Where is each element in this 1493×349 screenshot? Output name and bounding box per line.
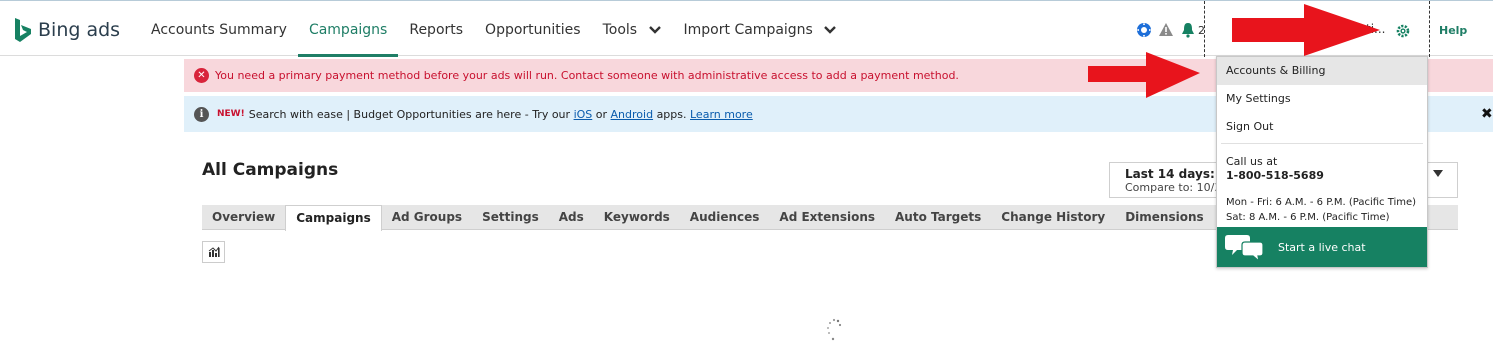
settings-badge-icon[interactable] <box>1136 22 1152 38</box>
nav-import-campaigns[interactable]: Import Campaigns <box>673 1 849 57</box>
info-icon: i <box>194 106 209 122</box>
chevron-down-icon <box>824 26 837 34</box>
support-phone: 1-800-518-5689 <box>1226 169 1324 182</box>
hours-saturday: Sat: 8 A.M. - 6 P.M. (Pacific Time) <box>1226 212 1390 223</box>
red-arrow-annotation <box>1088 52 1200 98</box>
menu-item-sign-out[interactable]: Sign Out <box>1217 113 1427 141</box>
menu-divider <box>1221 143 1423 144</box>
red-arrow-annotation <box>1232 4 1380 56</box>
menu-item-my-settings[interactable]: My Settings <box>1217 85 1427 113</box>
brand-name: Bing ads <box>38 19 121 41</box>
tab-ads[interactable]: Ads <box>549 205 594 230</box>
page-title: All Campaigns <box>202 160 339 180</box>
bing-ads-logo[interactable]: Bing ads <box>12 16 120 44</box>
nav-opportunities[interactable]: Opportunities <box>474 1 592 57</box>
chevron-down-icon <box>648 26 661 34</box>
header-icons: 2 <box>1136 22 1205 38</box>
caret-down-icon <box>1433 170 1443 177</box>
tab-keywords[interactable]: Keywords <box>594 205 680 230</box>
loading-spinner-icon <box>827 318 842 341</box>
main-nav: Accounts Summary Campaigns Reports Oppor… <box>140 1 848 57</box>
bell-icon[interactable] <box>1180 22 1196 38</box>
account-dropdown-menu: Accounts & Billing My Settings Sign Out … <box>1216 56 1428 268</box>
learn-more-link[interactable]: Learn more <box>690 108 753 121</box>
tab-dimensions[interactable]: Dimensions <box>1115 205 1213 230</box>
nav-campaigns[interactable]: Campaigns <box>297 1 399 57</box>
menu-item-accounts-billing[interactable]: Accounts & Billing <box>1217 57 1427 85</box>
hours-weekday: Mon - Fri: 6 A.M. - 6 P.M. (Pacific Time… <box>1226 197 1417 208</box>
live-chat-label: Start a live chat <box>1278 240 1366 254</box>
payment-error-message: You need a primary payment method before… <box>215 69 959 82</box>
nav-tools[interactable]: Tools <box>592 1 673 57</box>
tab-change-history[interactable]: Change History <box>991 205 1115 230</box>
close-icon[interactable]: ✖ <box>1481 106 1493 122</box>
support-contact: Call us at 1-800-518-5689 <box>1217 146 1427 183</box>
warning-icon[interactable] <box>1158 22 1174 38</box>
tab-campaigns[interactable]: Campaigns <box>285 205 382 231</box>
call-us-label: Call us at <box>1226 155 1278 168</box>
ios-link[interactable]: iOS <box>574 108 593 121</box>
new-badge: NEW! <box>217 109 245 119</box>
chart-icon <box>208 246 220 257</box>
tab-audiences[interactable]: Audiences <box>680 205 770 230</box>
gear-icon[interactable] <box>1396 24 1410 38</box>
tab-ad-groups[interactable]: Ad Groups <box>382 205 472 230</box>
help-link[interactable]: Help <box>1439 24 1467 37</box>
page: Bing ads Accounts Summary Campaigns Repo… <box>0 0 1493 349</box>
nav-reports[interactable]: Reports <box>398 1 474 57</box>
live-chat-button[interactable]: Start a live chat <box>1217 227 1427 267</box>
error-icon: ✕ <box>194 68 209 83</box>
tab-auto-targets[interactable]: Auto Targets <box>885 205 991 230</box>
chat-bubbles-icon <box>1225 235 1264 262</box>
android-link[interactable]: Android <box>611 108 654 121</box>
tab-overview[interactable]: Overview <box>202 205 285 230</box>
bing-logo-icon <box>15 18 31 42</box>
tab-ad-extensions[interactable]: Ad Extensions <box>769 205 885 230</box>
chart-toggle-button[interactable] <box>202 241 225 263</box>
nav-accounts-summary[interactable]: Accounts Summary <box>140 1 298 57</box>
support-hours: Mon - Fri: 6 A.M. - 6 P.M. (Pacific Time… <box>1217 183 1427 225</box>
info-message: Search with ease | Budget Opportunities … <box>248 107 753 121</box>
tab-settings[interactable]: Settings <box>472 205 549 230</box>
